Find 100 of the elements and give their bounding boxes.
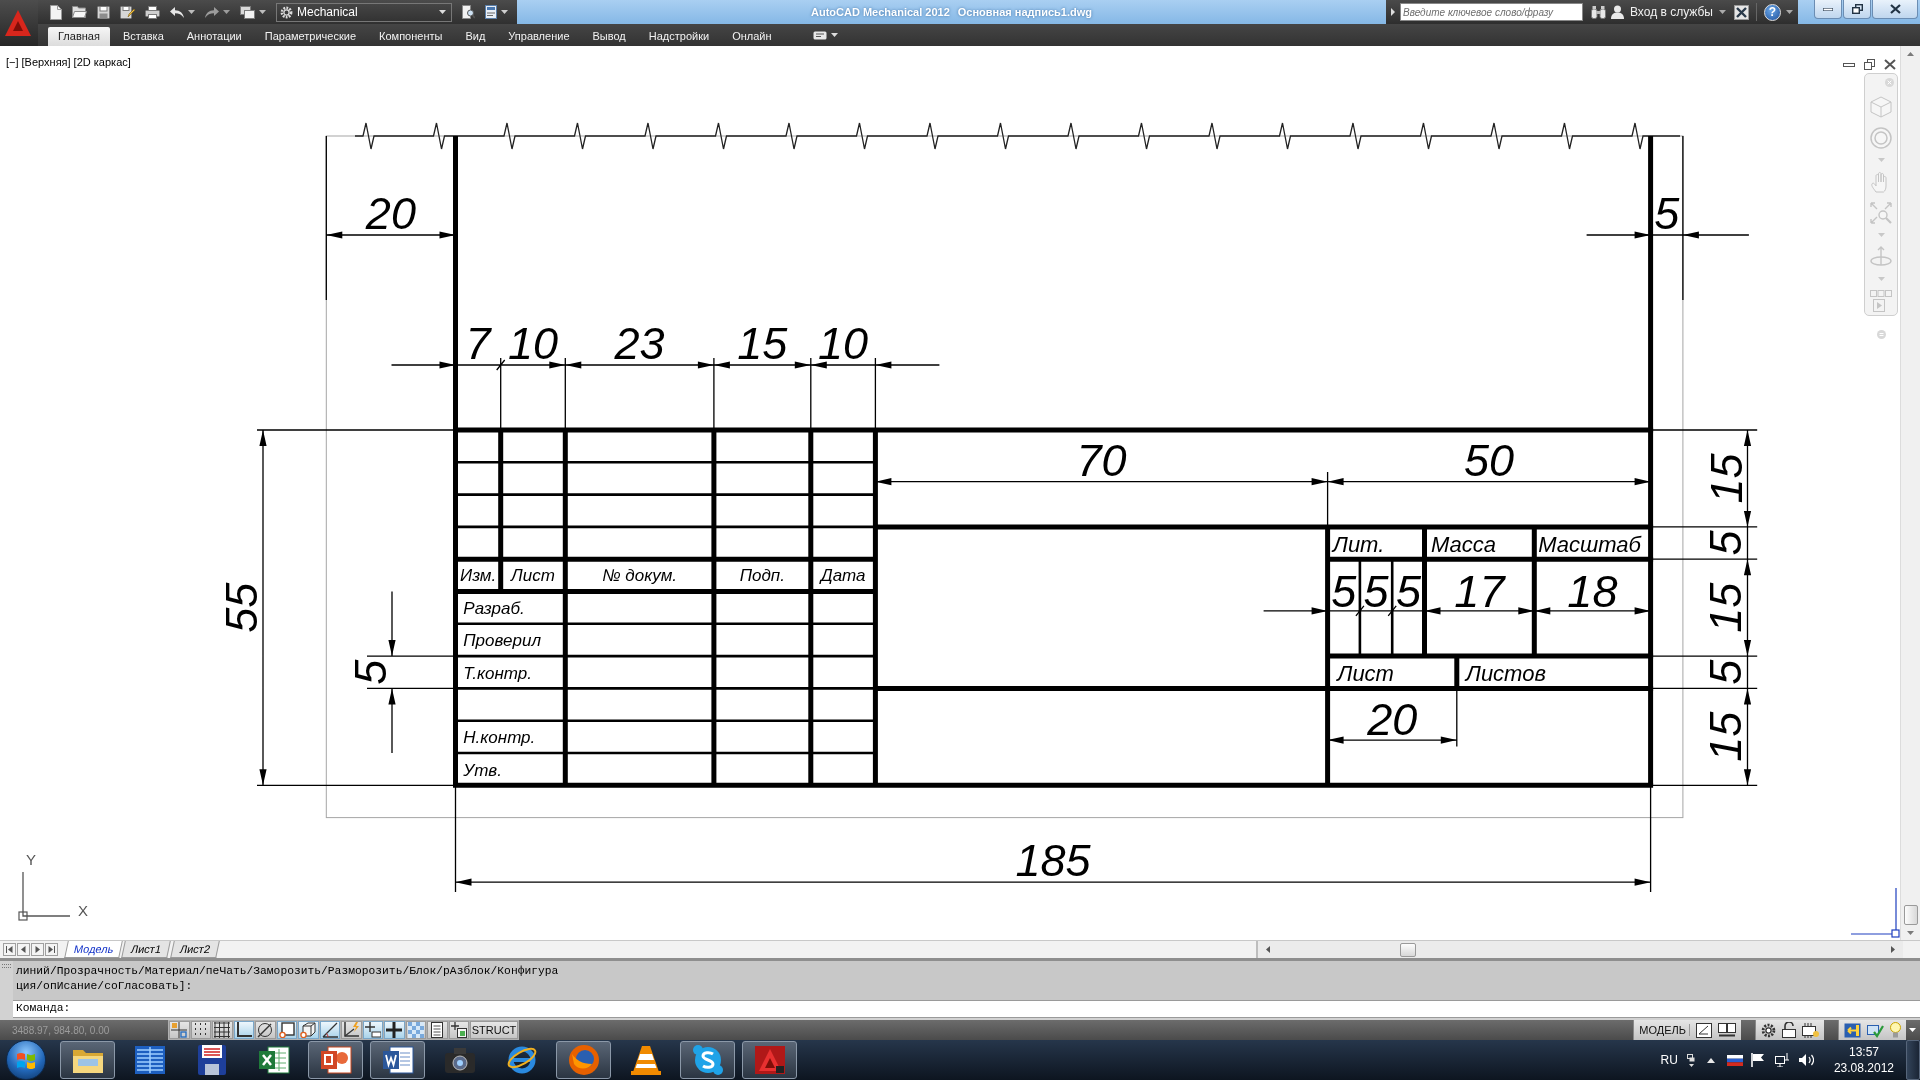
ribbon-tab[interactable]: Аннотации xyxy=(176,26,252,46)
command-input-field[interactable]: Команда: xyxy=(13,1000,1920,1018)
language-indicator[interactable]: RU xyxy=(1660,1053,1678,1067)
caret-icon[interactable] xyxy=(501,10,508,14)
sign-in-button[interactable]: Вход в службы xyxy=(1629,5,1714,19)
scroll-left-icon[interactable] xyxy=(1266,946,1270,953)
lock-icon[interactable] xyxy=(1782,1022,1796,1038)
status-toggle[interactable] xyxy=(190,1021,211,1039)
struct-toggle[interactable]: STRUCT xyxy=(470,1021,518,1039)
two-panes-icon[interactable] xyxy=(1718,1022,1736,1038)
close-button[interactable] xyxy=(1872,0,1918,19)
status-toggle[interactable] xyxy=(427,1021,448,1039)
horizontal-scrollbar[interactable] xyxy=(1256,941,1903,958)
flag-icon[interactable] xyxy=(1726,1054,1743,1066)
sheet-angle-icon[interactable] xyxy=(1696,1022,1712,1038)
next-tab-icon[interactable] xyxy=(31,943,44,956)
ribbon-tab[interactable]: Управление xyxy=(498,26,580,46)
status-toggle[interactable] xyxy=(276,1021,297,1039)
clock-date[interactable]: 23.08.2012 xyxy=(1833,1060,1894,1076)
close-icon[interactable] xyxy=(1884,59,1896,70)
layout-tab[interactable]: Лист2 xyxy=(169,941,220,958)
redo-arrow-icon[interactable] xyxy=(205,6,219,18)
undo-arrow-icon[interactable] xyxy=(170,6,184,18)
status-toggle[interactable] xyxy=(362,1021,383,1039)
previous-tab-icon[interactable] xyxy=(17,943,30,956)
ribbon-tab[interactable]: Компоненты xyxy=(369,26,453,46)
browser-icon xyxy=(505,1044,538,1076)
scroll-right-icon[interactable] xyxy=(1891,946,1895,953)
caret-icon[interactable] xyxy=(1719,10,1726,14)
grip-handle-icon[interactable] xyxy=(2,964,11,968)
scrollbar-thumb[interactable] xyxy=(1400,942,1416,957)
vertical-scrollbar[interactable] xyxy=(1900,46,1920,940)
layout-tab[interactable]: Лист1 xyxy=(121,941,172,958)
ribbon-panel-icon[interactable] xyxy=(812,30,827,40)
status-toggle[interactable] xyxy=(212,1021,233,1039)
ribbon-tab[interactable]: Надстройки xyxy=(638,26,720,46)
caret-icon[interactable] xyxy=(188,10,195,14)
ribbon-tab[interactable]: Вид xyxy=(455,26,496,46)
restore-icon[interactable] xyxy=(1864,59,1875,70)
page-search-icon[interactable] xyxy=(462,5,475,19)
network-icon[interactable] xyxy=(1774,1053,1789,1067)
panel-icon[interactable] xyxy=(485,5,497,19)
application-button[interactable] xyxy=(0,0,38,46)
caret-icon[interactable] xyxy=(223,10,230,14)
light-bulb-icon[interactable] xyxy=(1890,1022,1901,1038)
clock-time[interactable]: 13:57 xyxy=(1848,1044,1879,1060)
status-toggle[interactable] xyxy=(341,1021,362,1039)
ribbon-tab[interactable]: Вывод xyxy=(582,26,636,46)
status-toggle[interactable] xyxy=(255,1021,276,1039)
status-toggle[interactable] xyxy=(298,1021,319,1039)
caret-icon[interactable] xyxy=(1786,10,1793,14)
keyboard-layout-icon[interactable] xyxy=(1686,1053,1695,1067)
arrow-to-bar-icon[interactable] xyxy=(1844,1022,1861,1038)
screen-check-icon[interactable] xyxy=(1867,1022,1884,1038)
ribbon-tab[interactable]: Онлайн xyxy=(722,26,782,46)
minimize-icon[interactable] xyxy=(1843,62,1855,67)
status-toggle[interactable] xyxy=(448,1021,469,1039)
last-tab-icon[interactable] xyxy=(45,943,58,956)
x-box-icon[interactable] xyxy=(1734,4,1749,20)
caret-up-icon[interactable] xyxy=(1706,1057,1715,1063)
taskbar-app-button[interactable] xyxy=(60,1041,115,1079)
status-toggle[interactable] xyxy=(233,1021,254,1039)
caret-icon[interactable] xyxy=(259,10,266,14)
view-menu[interactable]: [Верхняя] xyxy=(21,56,71,68)
ribbon-tab[interactable]: Параметрические xyxy=(254,26,367,46)
binoculars-icon[interactable] xyxy=(1591,5,1606,19)
start-button[interactable] xyxy=(6,1040,46,1080)
expand-arrow-icon[interactable] xyxy=(1391,8,1395,16)
user-icon[interactable] xyxy=(1611,5,1624,19)
scroll-down-icon[interactable] xyxy=(1907,931,1914,935)
show-desktop-button[interactable] xyxy=(1906,1040,1920,1080)
printer-icon[interactable] xyxy=(145,5,160,19)
new-page-icon[interactable] xyxy=(50,4,62,20)
windows-icon[interactable] xyxy=(240,5,255,19)
status-toggle[interactable] xyxy=(384,1021,405,1039)
folder-icon[interactable] xyxy=(72,6,87,18)
ribbon-tab[interactable]: Главная xyxy=(48,26,110,46)
visual-style-menu[interactable]: [2D каркас] xyxy=(73,56,131,68)
layout-tab[interactable]: Модель xyxy=(64,941,124,958)
taskbar-app-button[interactable] xyxy=(308,1041,363,1079)
chip-icon[interactable] xyxy=(1802,1022,1819,1038)
status-toggle[interactable] xyxy=(319,1021,340,1039)
viewport-controls-menu[interactable]: [−] xyxy=(6,56,19,68)
speaker-icon[interactable] xyxy=(1798,1053,1814,1067)
status-toggle[interactable] xyxy=(169,1021,190,1039)
caret-icon[interactable] xyxy=(830,33,838,37)
ribbon-tab[interactable]: Вставка xyxy=(112,26,174,46)
taskbar-app-button[interactable] xyxy=(680,1041,735,1079)
floppy-pencil-icon[interactable] xyxy=(120,5,135,19)
caret-icon[interactable] xyxy=(1909,1028,1916,1032)
status-toggle[interactable] xyxy=(405,1021,426,1039)
taskbar-app-button[interactable] xyxy=(370,1041,425,1079)
scrollbar-thumb[interactable] xyxy=(1903,905,1918,925)
workspace-dropdown[interactable]: Mechanical xyxy=(276,2,452,22)
pennant-flag-icon[interactable] xyxy=(1750,1053,1765,1067)
restore-button[interactable] xyxy=(1843,0,1871,19)
scroll-up-icon[interactable] xyxy=(1907,52,1914,56)
search-field[interactable]: Введите ключевое слово/фразу xyxy=(1400,3,1583,21)
gear-icon[interactable] xyxy=(1761,1022,1776,1038)
first-tab-icon[interactable] xyxy=(3,943,16,956)
